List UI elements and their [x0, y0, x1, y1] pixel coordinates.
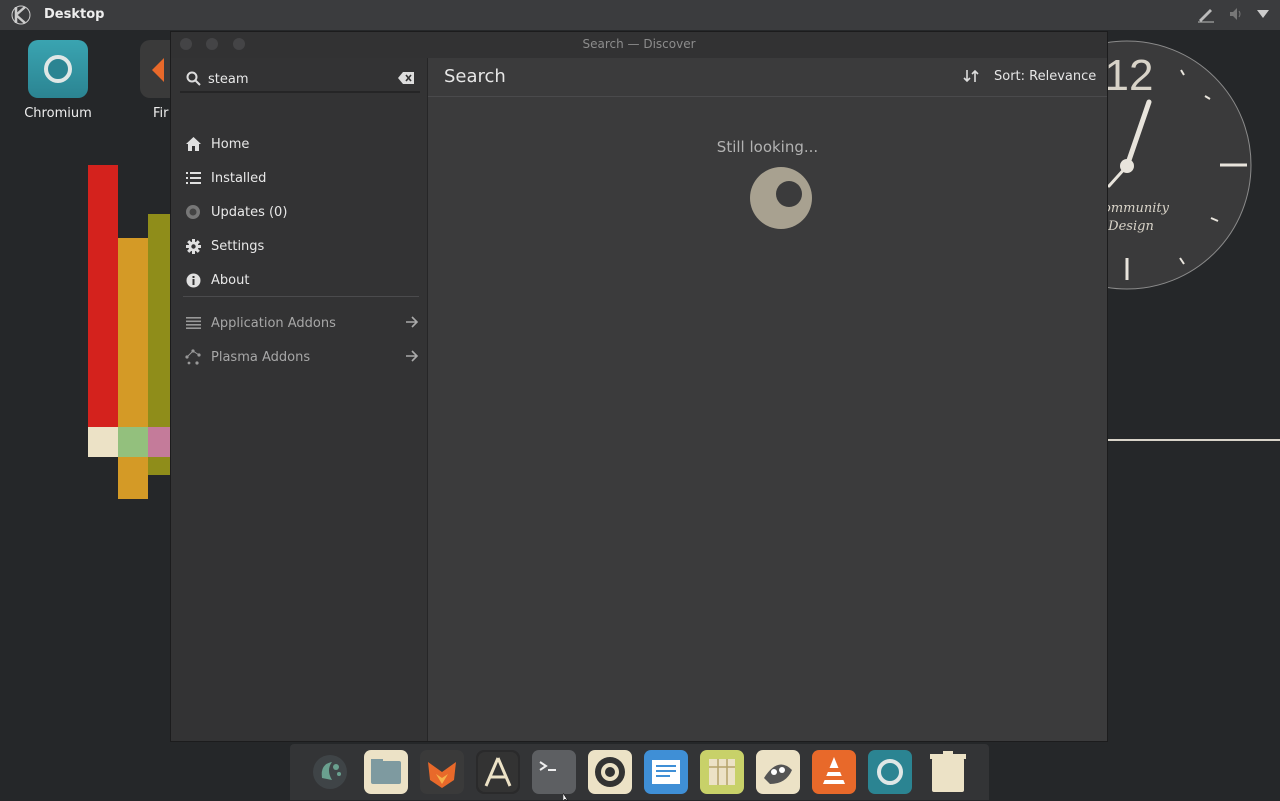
clear-search-icon[interactable]: [398, 72, 414, 84]
sidebar-item-plasma-addons[interactable]: Plasma Addons: [185, 344, 419, 370]
arrow-right-icon: [406, 316, 419, 328]
desktop-icon-label: Fir: [153, 106, 169, 121]
chromium-icon: [28, 40, 88, 98]
dock-item-terminal[interactable]: [532, 750, 576, 794]
busy-spinner-icon: [750, 167, 812, 229]
dock-item-files[interactable]: [364, 750, 408, 794]
firefox-icon: [140, 40, 170, 98]
sidebar-item-label: About: [211, 272, 250, 288]
discover-window: Search — Discover Home Installed Updates…: [170, 31, 1108, 742]
settings-icon: [588, 750, 632, 794]
search-icon: [186, 71, 201, 86]
desktop-icon-firefox[interactable]: Fir: [140, 40, 170, 121]
launcher-icon: [313, 755, 347, 789]
dock-item-spreadsheet[interactable]: [700, 750, 744, 794]
desktop-label[interactable]: Desktop: [44, 7, 104, 22]
volume-icon[interactable]: [1228, 6, 1244, 22]
sidebar-item-label: Application Addons: [211, 315, 336, 331]
dock: [290, 744, 989, 800]
desktop-icon-label: Chromium: [24, 106, 92, 121]
top-panel: Desktop: [0, 0, 1280, 30]
svg-text:Design: Design: [1107, 219, 1154, 234]
firefox-icon: [420, 750, 464, 794]
dock-item-vlc[interactable]: [812, 750, 856, 794]
info-icon: [186, 273, 200, 287]
clock-numeral: 12: [1105, 51, 1154, 100]
pencil-icon[interactable]: [1196, 5, 1216, 23]
search-box: [180, 63, 420, 93]
dock-item-news[interactable]: [644, 750, 688, 794]
main-header: Search Sort: Relevance: [428, 58, 1107, 97]
titlebar[interactable]: Search — Discover: [171, 32, 1107, 58]
dock-item-trash[interactable]: [926, 750, 970, 794]
desktop-divider-line: [1108, 439, 1280, 441]
system-tray: [1196, 5, 1270, 23]
sidebar-separator: [183, 296, 419, 297]
sidebar-item-about[interactable]: About: [185, 267, 419, 293]
chromium-icon: [868, 750, 912, 794]
page-title: Search: [444, 66, 506, 87]
sidebar-item-label: Installed: [211, 170, 267, 186]
sort-icon[interactable]: [963, 68, 979, 84]
dock-item-settings[interactable]: [588, 750, 632, 794]
updates-icon: [186, 205, 200, 219]
sidebar-item-application-addons[interactable]: Application Addons: [185, 310, 419, 336]
spreadsheet-icon: [700, 750, 744, 794]
sidebar-item-home[interactable]: Home: [185, 131, 419, 157]
clock-widget: 12 Community Design: [1085, 40, 1252, 290]
terminal-icon: [532, 750, 576, 794]
sidebar-item-settings[interactable]: Settings: [185, 233, 419, 259]
sidebar-item-label: Updates (0): [211, 204, 288, 220]
list-icon: [185, 172, 201, 184]
sidebar-item-label: Settings: [211, 238, 265, 254]
sidebar-item-label: Plasma Addons: [211, 349, 311, 365]
files-icon: [364, 750, 408, 794]
home-icon: [185, 137, 201, 151]
search-status-text: Still looking...: [716, 138, 819, 156]
sidebar: Home Installed Updates (0) Settings Abou…: [171, 58, 428, 741]
dock-item-discover[interactable]: [476, 750, 520, 794]
dock-item-gimp[interactable]: [756, 750, 800, 794]
color-bars-widget: [88, 165, 170, 505]
kde-logo-icon[interactable]: [10, 4, 32, 26]
sort-button[interactable]: Sort: Relevance: [994, 69, 1096, 84]
arrow-right-icon: [406, 350, 419, 362]
news-icon: [644, 750, 688, 794]
sidebar-item-updates[interactable]: Updates (0): [185, 199, 419, 225]
gimp-icon: [756, 750, 800, 794]
discover-icon: [478, 752, 518, 792]
sidebar-item-label: Home: [211, 136, 250, 152]
window-title: Search — Discover: [582, 37, 696, 51]
plasma-icon: [185, 349, 201, 365]
dock-item-launcher[interactable]: [308, 750, 352, 794]
sidebar-item-installed[interactable]: Installed: [185, 165, 419, 191]
trash-icon: [930, 751, 966, 792]
vlc-icon: [812, 750, 856, 794]
chevron-down-icon[interactable]: [1256, 9, 1270, 19]
gear-icon: [185, 238, 201, 254]
menu-lines-icon: [185, 317, 201, 329]
search-input[interactable]: [206, 68, 390, 90]
dock-item-chromium[interactable]: [868, 750, 912, 794]
desktop-icon-chromium[interactable]: Chromium: [20, 40, 96, 121]
dock-item-firefox[interactable]: [420, 750, 464, 794]
